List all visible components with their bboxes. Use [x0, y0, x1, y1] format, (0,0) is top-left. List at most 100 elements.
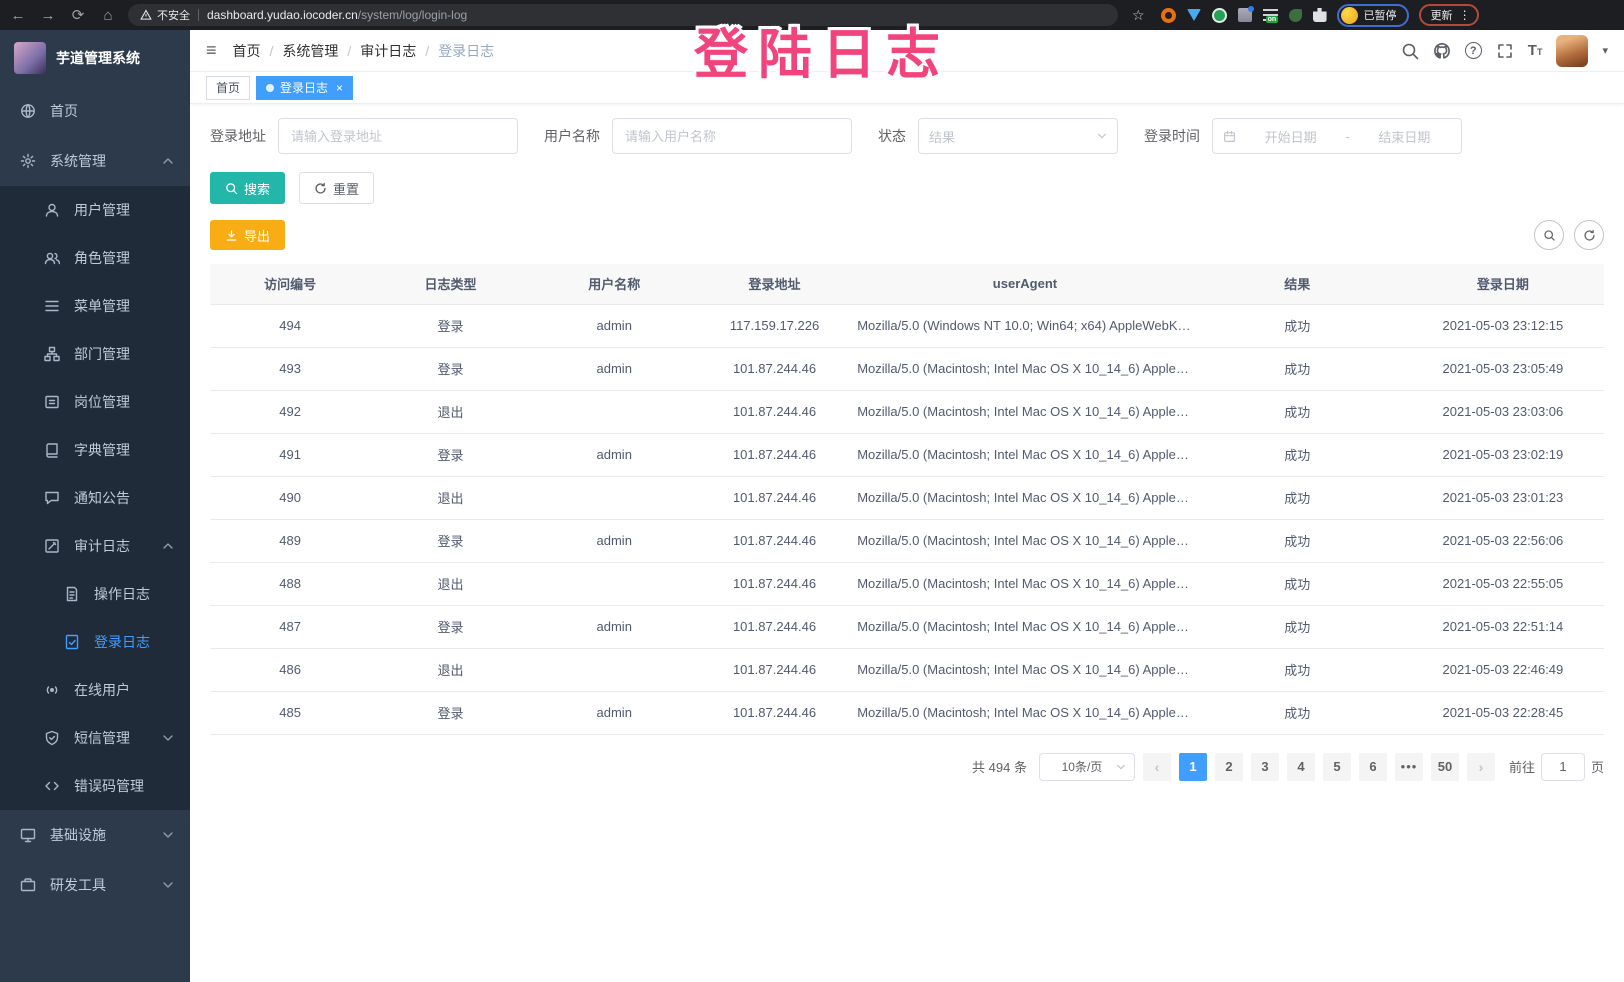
bookmark-star-icon[interactable]: ☆	[1132, 7, 1145, 24]
table-row[interactable]: 488退出101.87.244.46Mozilla/5.0 (Macintosh…	[210, 562, 1604, 605]
app-logo-row[interactable]: 芋道管理系统	[0, 30, 190, 86]
extension-list-icon[interactable]: on	[1263, 9, 1278, 21]
sidebar-item-operation-log[interactable]: 操作日志	[0, 570, 190, 618]
table-cell: 登录	[370, 433, 530, 476]
prev-page-button[interactable]: ‹	[1143, 753, 1171, 781]
url-divider	[198, 9, 199, 21]
login-address-input[interactable]	[278, 118, 518, 154]
table-cell: 101.87.244.46	[698, 476, 851, 519]
sidebar-item-label: 通知公告	[74, 488, 174, 508]
system-submenu: 用户管理 角色管理 菜单管理 部门管理 岗位管理 字典管理	[0, 186, 190, 810]
url-host: dashboard.yudao.iocoder.cn	[207, 8, 358, 22]
sidebar-item-label: 操作日志	[94, 584, 174, 604]
tag-home[interactable]: 首页	[206, 76, 250, 100]
fullscreen-icon[interactable]	[1496, 42, 1514, 60]
sidebar-item-users[interactable]: 用户管理	[0, 186, 190, 234]
table-cell: 101.87.244.46	[698, 691, 851, 734]
breadcrumb-item[interactable]: 审计日志	[360, 41, 416, 61]
table-row[interactable]: 487登录admin101.87.244.46Mozilla/5.0 (Maci…	[210, 605, 1604, 648]
browser-menu-icon[interactable]: ⋮	[1459, 8, 1471, 22]
table-cell: 491	[210, 433, 370, 476]
date-range-picker[interactable]: 开始日期 - 结束日期	[1212, 118, 1462, 154]
refresh-table-button[interactable]	[1574, 220, 1604, 250]
hide-search-button[interactable]	[1534, 220, 1564, 250]
caret-down-icon[interactable]: ▾	[1602, 44, 1608, 57]
chevron-down-icon	[1097, 131, 1107, 141]
browser-forward-icon[interactable]: →	[38, 7, 58, 24]
tag-login-log[interactable]: 登录日志 ×	[256, 76, 353, 100]
sidebar-item-sms[interactable]: 短信管理	[0, 714, 190, 762]
sidebar-item-label: 首页	[50, 101, 174, 121]
goto-page-input[interactable]	[1541, 753, 1585, 781]
page-button[interactable]: 6	[1359, 753, 1387, 781]
security-warning[interactable]: 不安全	[140, 7, 190, 23]
page-button[interactable]: 3	[1251, 753, 1279, 781]
sidebar-item-infra[interactable]: 基础设施	[0, 810, 190, 860]
breadcrumb-item[interactable]: 系统管理	[282, 41, 338, 61]
hamburger-icon[interactable]: ≡	[206, 40, 217, 61]
font-size-icon[interactable]: TT	[1528, 42, 1543, 59]
sidebar-item-home[interactable]: 首页	[0, 86, 190, 136]
sidebar-item-menus[interactable]: 菜单管理	[0, 282, 190, 330]
sidebar-item-departments[interactable]: 部门管理	[0, 330, 190, 378]
table-row[interactable]: 485登录admin101.87.244.46Mozilla/5.0 (Maci…	[210, 691, 1604, 734]
username-input[interactable]	[612, 118, 852, 154]
chevron-down-icon	[162, 829, 174, 841]
page-button[interactable]: 50	[1431, 753, 1459, 781]
browser-profile-badge[interactable]: 已暂停	[1337, 4, 1409, 27]
help-icon[interactable]: ?	[1465, 42, 1482, 59]
table-cell: 2021-05-03 23:01:23	[1402, 476, 1604, 519]
address-bar[interactable]: 不安全 dashboard.yudao.iocoder.cn/system/lo…	[128, 4, 1118, 26]
github-icon[interactable]	[1433, 42, 1451, 60]
status-select[interactable]: 结果	[918, 118, 1118, 154]
user-avatar[interactable]	[1556, 35, 1588, 67]
search-icon[interactable]	[1401, 42, 1419, 60]
extensions-puzzle-icon[interactable]	[1313, 8, 1327, 22]
table-cell: 退出	[370, 476, 530, 519]
sidebar-item-online-users[interactable]: 在线用户	[0, 666, 190, 714]
book-icon	[44, 442, 60, 458]
search-button[interactable]: 搜索	[210, 172, 285, 204]
page-size-select[interactable]: 10条/页	[1039, 753, 1135, 781]
sidebar-item-roles[interactable]: 角色管理	[0, 234, 190, 282]
table-cell: 492	[210, 390, 370, 433]
sidebar-item-error-codes[interactable]: 错误码管理	[0, 762, 190, 810]
extension-leaf-icon[interactable]	[1289, 9, 1302, 22]
table-row[interactable]: 486退出101.87.244.46Mozilla/5.0 (Macintosh…	[210, 648, 1604, 691]
page-button[interactable]: 2	[1215, 753, 1243, 781]
extension-grid-icon[interactable]	[1238, 8, 1252, 22]
sidebar-item-system[interactable]: 系统管理	[0, 136, 190, 186]
table-row[interactable]: 494登录admin117.159.17.226Mozilla/5.0 (Win…	[210, 304, 1604, 347]
browser-home-icon[interactable]: ⌂	[98, 7, 118, 24]
next-page-button[interactable]: ›	[1467, 753, 1495, 781]
table-row[interactable]: 492退出101.87.244.46Mozilla/5.0 (Macintosh…	[210, 390, 1604, 433]
breadcrumb-item[interactable]: 首页	[233, 41, 261, 61]
page-button[interactable]: 5	[1323, 753, 1351, 781]
sidebar-item-dict[interactable]: 字典管理	[0, 426, 190, 474]
pagination-ellipsis[interactable]: •••	[1395, 753, 1423, 781]
table-cell: 成功	[1193, 519, 1402, 562]
browser-reload-icon[interactable]: ⟳	[68, 6, 88, 24]
browser-update-button[interactable]: 更新 ⋮	[1419, 4, 1479, 26]
table-row[interactable]: 493登录admin101.87.244.46Mozilla/5.0 (Maci…	[210, 347, 1604, 390]
extension-gem-icon[interactable]	[1187, 9, 1201, 21]
sidebar-item-devtools[interactable]: 研发工具	[0, 860, 190, 910]
extension-green-icon[interactable]	[1212, 8, 1227, 23]
sidebar-item-audit-log[interactable]: 审计日志	[0, 522, 190, 570]
table-row[interactable]: 491登录admin101.87.244.46Mozilla/5.0 (Maci…	[210, 433, 1604, 476]
browser-back-icon[interactable]: ←	[8, 7, 28, 24]
sidebar-item-notice[interactable]: 通知公告	[0, 474, 190, 522]
table-cell: 2021-05-03 22:51:14	[1402, 605, 1604, 648]
sidebar-item-login-log[interactable]: 登录日志	[0, 618, 190, 666]
refresh-icon	[314, 182, 327, 195]
table-cell: 487	[210, 605, 370, 648]
sidebar-item-posts[interactable]: 岗位管理	[0, 378, 190, 426]
extension-ring-icon[interactable]	[1161, 8, 1176, 23]
table-row[interactable]: 489登录admin101.87.244.46Mozilla/5.0 (Maci…	[210, 519, 1604, 562]
table-row[interactable]: 490退出101.87.244.46Mozilla/5.0 (Macintosh…	[210, 476, 1604, 519]
tag-close-icon[interactable]: ×	[336, 81, 343, 95]
page-button[interactable]: 1	[1179, 753, 1207, 781]
export-button[interactable]: 导出	[210, 220, 285, 250]
reset-button[interactable]: 重置	[299, 172, 374, 204]
page-button[interactable]: 4	[1287, 753, 1315, 781]
